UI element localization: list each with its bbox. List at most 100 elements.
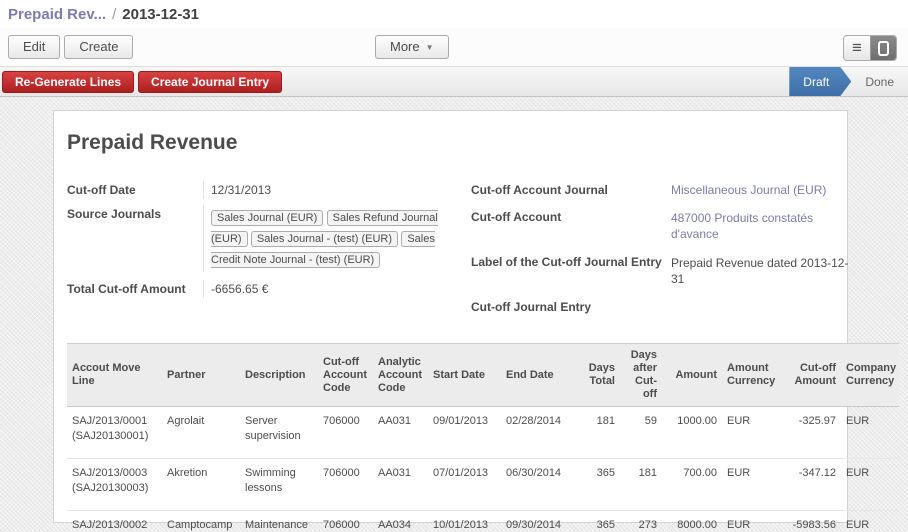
column-header: Days after Cut-off [620,344,662,407]
column-header: Partner [162,344,240,407]
column-header: End Date [501,344,582,407]
source-journals-label: Source Journals [67,205,203,272]
create-journal-entry-button[interactable]: Create Journal Entry [138,71,282,93]
table-cell: 07/01/2013 [428,459,501,511]
table-row[interactable]: SAJ/2013/0003 (SAJ20130003)AkretionSwimm… [67,459,899,511]
table-cell: 10/01/2013 [428,511,501,532]
table-cell: 181 [620,459,662,511]
table-cell: Maintenance contract [240,511,318,532]
breadcrumb-separator: / [112,6,116,23]
table-cell: EUR [722,459,784,511]
regenerate-lines-button[interactable]: Re-Generate Lines [2,71,134,93]
breadcrumb: Prepaid Rev... / 2013-12-31 [0,0,908,28]
cutoff-date-label: Cut-off Date [67,181,203,199]
state-done[interactable]: Done [851,67,908,96]
table-cell: EUR [841,511,899,532]
table-cell: SAJ/2013/0003 (SAJ20130003) [67,459,162,511]
total-cutoff-amount-label: Total Cut-off Amount [67,280,203,298]
table-cell: 1000.00 [662,407,722,459]
edit-button[interactable]: Edit [8,35,60,59]
table-cell: 181 [582,407,620,459]
toolbar-left-group: Edit Create [8,35,133,59]
cutoff-journal-entry-label: Cut-off Journal Entry [471,298,669,314]
toolbar: Edit Create More ▼ ≡ [0,28,908,66]
table-cell: EUR [722,407,784,459]
journal-entry-label-label: Label of the Cut-off Journal Entry [471,253,669,289]
table-cell: 365 [582,459,620,511]
lines-table-wrap: Accout Move LinePartnerDescriptionCut-of… [67,343,899,532]
column-header: Cut-off Amount [784,344,841,407]
column-header: Description [240,344,318,407]
breadcrumb-parent-link[interactable]: Prepaid Rev... [8,6,106,23]
table-header-row: Accout Move LinePartnerDescriptionCut-of… [67,344,899,407]
form-fields: Cut-off Date 12/31/2013 Source Journals … [67,181,847,323]
table-cell: 700.00 [662,459,722,511]
more-button-label: More [390,39,420,54]
view-switcher: ≡ [843,35,897,61]
table-cell: -5983.56 [784,511,841,532]
table-cell: 02/28/2014 [501,407,582,459]
more-dropdown-wrap: More ▼ [375,35,449,59]
table-cell: AA034 [373,511,428,532]
table-cell: 365 [582,511,620,532]
table-cell: SAJ/2013/0002 (SAJ20130002) [67,511,162,532]
chevron-down-icon: ▼ [426,43,434,52]
column-header: Amount [662,344,722,407]
cutoff-account-link[interactable]: 487000 Produits constatés d'avance [671,211,813,241]
column-header: Days Total [582,344,620,407]
action-buttons: Re-Generate Lines Create Journal Entry [0,71,282,93]
form-icon [878,41,889,56]
table-cell: -347.12 [784,459,841,511]
cutoff-journal-entry-value [669,298,851,314]
lines-table: Accout Move LinePartnerDescriptionCut-of… [67,343,899,532]
breadcrumb-current: 2013-12-31 [122,6,199,23]
table-cell: 706000 [318,511,373,532]
form-sheet: Prepaid Revenue Cut-off Date 12/31/2013 … [53,110,848,523]
journal-tag: Sales Journal - (test) (EUR) [251,231,398,247]
table-cell: Agrolait [162,407,240,459]
table-cell: 09/01/2013 [428,407,501,459]
table-body: SAJ/2013/0001 (SAJ20130001)AgrolaitServe… [67,407,899,532]
cutoff-date-value: 12/31/2013 [203,181,459,199]
table-cell: 09/30/2014 [501,511,582,532]
table-cell: Camptocamp [162,511,240,532]
list-icon: ≡ [852,39,862,56]
statusbar-states: DraftDone [789,67,908,96]
source-journals-tags: Sales Journal (EUR) Sales Refund Journal… [203,205,459,272]
column-header: Cut-off Account Code [318,344,373,407]
table-cell: 706000 [318,407,373,459]
table-cell: 06/30/2014 [501,459,582,511]
total-cutoff-amount-value: -6656.65 € [203,280,459,298]
table-cell: Akretion [162,459,240,511]
column-header: Accout Move Line [67,344,162,407]
form-view-button[interactable] [870,36,896,60]
cutoff-account-journal-link[interactable]: Miscellaneous Journal (EUR) [671,183,826,197]
table-cell: AA031 [373,459,428,511]
form-right-column: Cut-off Account Journal Miscellaneous Jo… [471,181,851,323]
table-cell: SAJ/2013/0001 (SAJ20130001) [67,407,162,459]
table-cell: Swimming lessons [240,459,318,511]
more-button[interactable]: More ▼ [375,35,449,59]
list-view-button[interactable]: ≡ [844,36,870,60]
column-header: Analytic Account Code [373,344,428,407]
table-cell: EUR [722,511,784,532]
create-button[interactable]: Create [64,35,133,59]
cutoff-account-journal-label: Cut-off Account Journal [471,181,669,199]
journal-tag: Sales Journal (EUR) [211,210,323,226]
page-background: Prepaid Revenue Cut-off Date 12/31/2013 … [0,97,908,532]
column-header: Start Date [428,344,501,407]
table-cell: 706000 [318,459,373,511]
table-cell: 8000.00 [662,511,722,532]
column-header: Amount Currency [722,344,784,407]
table-cell: AA031 [373,407,428,459]
status-action-bar: Re-Generate Lines Create Journal Entry D… [0,66,908,97]
state-draft[interactable]: Draft [789,67,851,96]
table-row[interactable]: SAJ/2013/0002 (SAJ20130002)CamptocampMai… [67,511,899,532]
column-header: Company Currency [841,344,899,407]
table-row[interactable]: SAJ/2013/0001 (SAJ20130001)AgrolaitServe… [67,407,899,459]
table-cell: EUR [841,459,899,511]
table-cell: -325.97 [784,407,841,459]
cutoff-account-label: Cut-off Account [471,208,669,244]
journal-entry-label-value: Prepaid Revenue dated 2013-12-31 [669,253,851,289]
table-cell: Server supervision [240,407,318,459]
